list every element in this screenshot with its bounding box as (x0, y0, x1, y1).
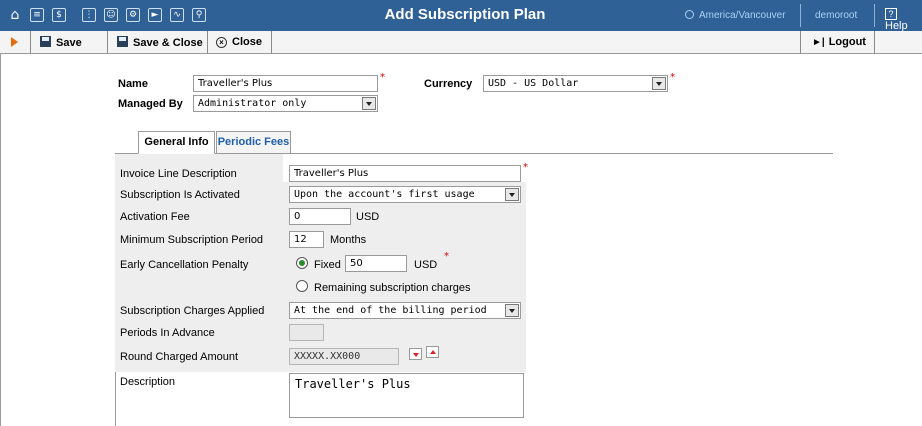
save-button[interactable]: Save (40, 36, 82, 49)
activation-fee-input[interactable]: 0 (289, 208, 351, 225)
activation-fee-label: Activation Fee (120, 211, 190, 223)
periods-advance-input[interactable] (289, 324, 324, 341)
close-button[interactable]: × Close (216, 36, 262, 48)
config-icon[interactable]: ⚙ (126, 8, 140, 22)
grid-icon[interactable]: ⋮ (82, 8, 96, 22)
clock-icon (685, 10, 694, 19)
penalty-remaining-label: Remaining subscription charges (314, 282, 471, 294)
penalty-fixed-radio[interactable] (296, 257, 308, 269)
tab-general-info[interactable]: General Info (138, 131, 215, 154)
close-icon: × (216, 37, 227, 48)
logout-button[interactable]: ►| Logout (812, 36, 866, 48)
min-period-input[interactable]: 12 (289, 231, 324, 248)
required-marker: * (523, 162, 528, 173)
username: demoroot (815, 10, 858, 21)
divider (107, 31, 108, 54)
dollar-icon[interactable]: $ (52, 8, 66, 22)
toolbar-arrow-icon (11, 37, 18, 47)
penalty-fixed-label: Fixed (314, 259, 341, 271)
divider (874, 31, 875, 54)
name-label: Name (118, 78, 148, 90)
save-close-icon (117, 36, 128, 47)
list-icon[interactable]: ≡ (30, 8, 44, 22)
divider (800, 31, 801, 54)
chart-icon[interactable]: ∿ (170, 8, 184, 22)
divider (874, 4, 875, 27)
round-increase-icon[interactable] (426, 346, 439, 358)
help-link[interactable]: ?Help (885, 8, 922, 32)
chevron-down-icon (505, 304, 519, 317)
penalty-unit: USD (414, 259, 438, 271)
currency-select[interactable]: USD - US Dollar (483, 75, 668, 92)
required-marker: * (444, 251, 449, 262)
round-input[interactable]: XXXXX.XX000 (289, 348, 399, 365)
save-icon (40, 36, 51, 47)
divider (207, 31, 208, 54)
activated-label: Subscription Is Activated (120, 189, 240, 201)
invoice-line-input[interactable]: Traveller's Plus (289, 165, 521, 182)
person-icon[interactable]: ☺ (104, 8, 118, 22)
chevron-down-icon (505, 188, 519, 201)
required-marker: * (380, 72, 385, 83)
charges-applied-label: Subscription Charges Applied (120, 305, 265, 317)
frame-border (0, 54, 1, 426)
panel-border (115, 372, 116, 426)
logout-icon: ►| (812, 37, 825, 48)
managed-by-select[interactable]: Administrator only (193, 95, 378, 112)
help-icon: ? (885, 8, 897, 20)
description-textarea[interactable]: Traveller's Plus (289, 373, 524, 418)
required-marker: * (670, 72, 675, 83)
activation-fee-unit: USD (356, 211, 380, 223)
periods-advance-label: Periods In Advance (120, 327, 215, 339)
tab-periodic-fees[interactable]: Periodic Fees (216, 131, 291, 154)
name-input[interactable]: Traveller's Plus (193, 75, 378, 92)
currency-label: Currency (424, 78, 473, 90)
managed-by-label: Managed By (118, 98, 183, 110)
timezone-link[interactable]: America/Vancouver (685, 10, 786, 21)
round-decrease-icon[interactable] (409, 348, 422, 360)
penalty-fixed-input[interactable]: 50 (345, 255, 407, 272)
invoice-line-label: Invoice Line Description (120, 168, 237, 180)
page-title: Add Subscription Plan (384, 6, 546, 23)
chevron-down-icon (362, 97, 376, 110)
chevron-down-icon (652, 77, 666, 90)
search-icon[interactable]: ⚲ (192, 8, 206, 22)
home-icon[interactable]: ⌂ (8, 8, 22, 22)
round-label: Round Charged Amount (120, 351, 239, 363)
divider (800, 4, 801, 27)
penalty-remaining-radio[interactable] (296, 280, 308, 292)
divider (271, 31, 272, 54)
min-period-label: Minimum Subscription Period (120, 234, 264, 246)
top-bar: ⌂ ≡ $ ⋮ ☺ ⚙ ► ∿ ⚲ Add Subscription Plan … (0, 0, 922, 32)
export-icon[interactable]: ► (148, 8, 162, 22)
description-label: Description (120, 376, 176, 388)
charges-applied-select[interactable]: At the end of the billing period (289, 302, 521, 319)
activated-select[interactable]: Upon the account's first usage (289, 186, 521, 203)
toolbar: Save Save & Close × Close ►| Logout (0, 31, 922, 54)
min-period-unit: Months (330, 234, 367, 246)
save-close-button[interactable]: Save & Close (117, 36, 203, 49)
divider (30, 31, 31, 54)
penalty-label: Early Cancellation Penalty (120, 259, 249, 271)
